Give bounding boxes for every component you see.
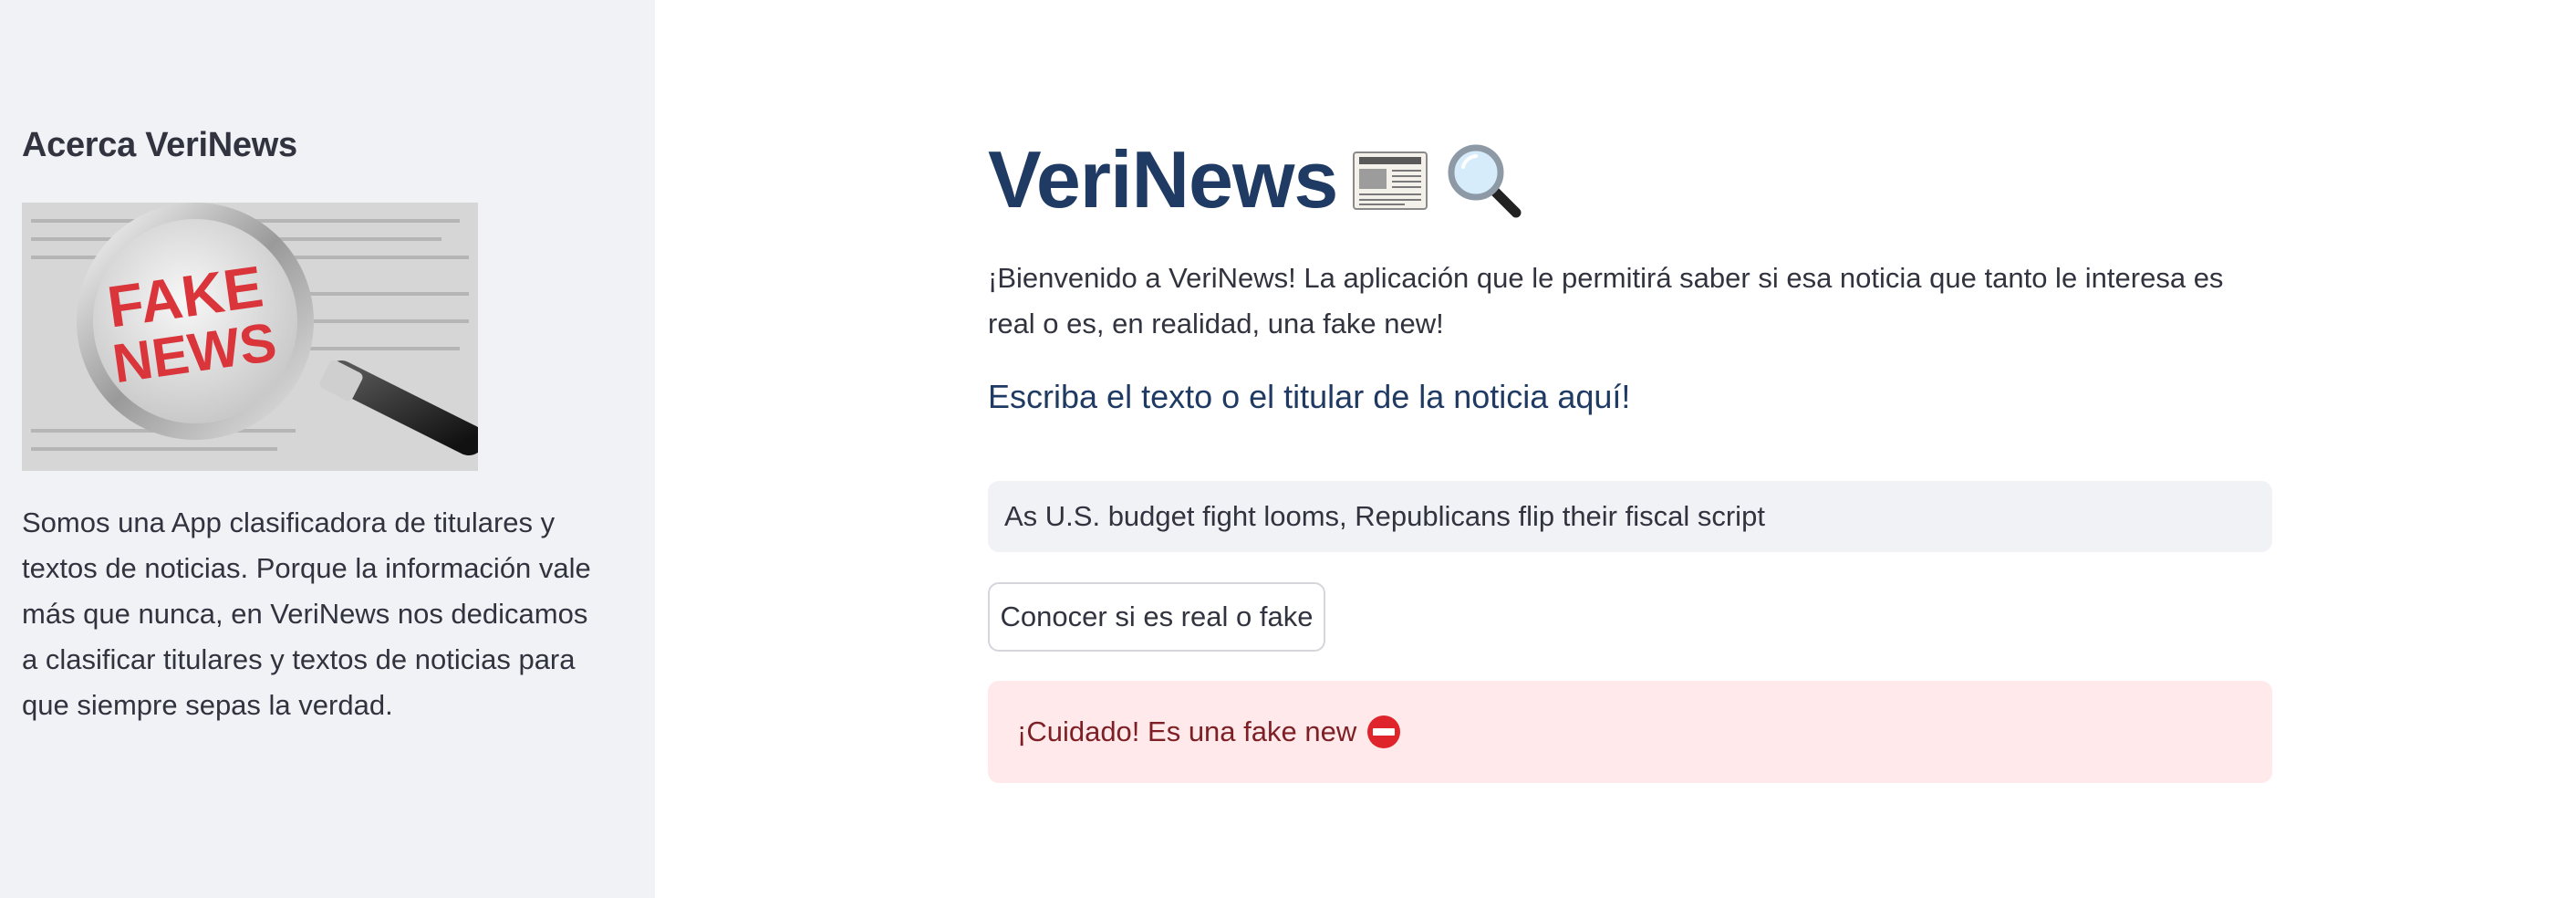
result-alert: ¡Cuidado! Es una fake new	[988, 681, 2272, 783]
no-entry-icon	[1366, 714, 1402, 750]
welcome-text: ¡Bienvenido a VeriNews! La aplicación qu…	[988, 262, 2224, 339]
fake-news-illustration: FAKE NEWS	[22, 203, 478, 471]
headline-input[interactable]	[988, 481, 2272, 552]
main-content: VeriNews ¡Bienvenido a VeriNews! La apli…	[988, 0, 2272, 898]
fake-news-image: FAKE NEWS	[22, 203, 478, 471]
page-title: VeriNews	[988, 134, 1338, 224]
newspaper-icon	[1350, 140, 1430, 220]
magnifying-glass-icon	[1443, 140, 1523, 220]
title-row: VeriNews	[988, 130, 1523, 230]
sidebar-title: Acerca VeriNews	[22, 126, 297, 164]
check-news-button[interactable]: Conocer si es real o fake	[988, 582, 1325, 652]
sidebar: Acerca VeriNews FAKE NEWS Somos una App …	[0, 0, 655, 898]
result-text: ¡Cuidado! Es una fake new	[1017, 715, 1357, 747]
sidebar-description: Somos una App clasificadora de titulares…	[22, 506, 591, 721]
input-prompt: Escriba el texto o el titular de la noti…	[988, 378, 1631, 415]
